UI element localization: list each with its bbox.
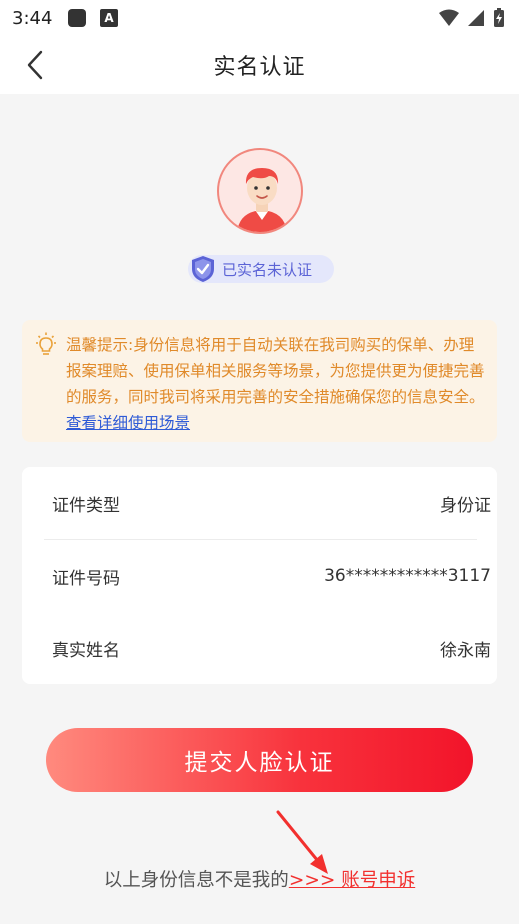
- account-appeal-link[interactable]: >>> 账号申诉: [289, 870, 415, 891]
- lightbulb-icon: [36, 332, 56, 355]
- real-name-value: 徐永南: [440, 640, 491, 661]
- id-number-label: 证件号码: [52, 568, 120, 589]
- id-type-label: 证件类型: [52, 495, 120, 516]
- real-name-label: 真实姓名: [52, 640, 120, 661]
- battery-icon: [494, 8, 504, 27]
- avatar: [217, 148, 303, 234]
- info-row-real-name: 真实姓名 徐永南: [44, 612, 499, 684]
- signal-icon: [468, 10, 484, 26]
- notification-icon: [68, 9, 86, 27]
- nav-bar: 实名认证: [0, 36, 519, 94]
- shield-check-icon: [192, 256, 214, 282]
- tip-box: 温馨提示:身份信息将用于自动关联在我司购买的保单、办理报案理赔、使用保单相关服务…: [22, 320, 497, 442]
- view-usage-scenarios-link[interactable]: 查看详细使用场景: [66, 414, 190, 432]
- info-row-id-number: 证件号码 36************3117: [44, 540, 499, 612]
- chevron-left-icon: [27, 50, 43, 80]
- id-number-value: 36************3117: [324, 566, 491, 586]
- app-notification-icon: A: [100, 9, 118, 27]
- back-button[interactable]: [22, 49, 52, 81]
- identity-info-card: 证件类型 身份证 证件号码 36************3117 真实姓名 徐永…: [22, 467, 497, 684]
- user-avatar-icon: [237, 168, 287, 232]
- status-time: 3:44: [12, 7, 53, 29]
- verification-status-badge: 已实名未认证: [188, 255, 334, 283]
- id-type-value: 身份证: [440, 495, 491, 516]
- status-bar: 3:44 A: [0, 0, 519, 36]
- tip-body: 温馨提示:身份信息将用于自动关联在我司购买的保单、办理报案理赔、使用保单相关服务…: [66, 336, 485, 406]
- account-appeal-line: 以上身份信息不是我的>>> 账号申诉: [0, 866, 519, 892]
- appeal-prefix-text: 以上身份信息不是我的: [103, 870, 289, 891]
- info-row-id-type: 证件类型 身份证: [44, 467, 499, 539]
- submit-face-verification-button[interactable]: 提交人脸认证: [46, 728, 473, 792]
- wifi-icon: [439, 9, 459, 26]
- page-title: 实名认证: [213, 55, 306, 80]
- tip-text: 温馨提示:身份信息将用于自动关联在我司购买的保单、办理报案理赔、使用保单相关服务…: [66, 332, 486, 436]
- verification-status-text: 已实名未认证: [222, 261, 313, 279]
